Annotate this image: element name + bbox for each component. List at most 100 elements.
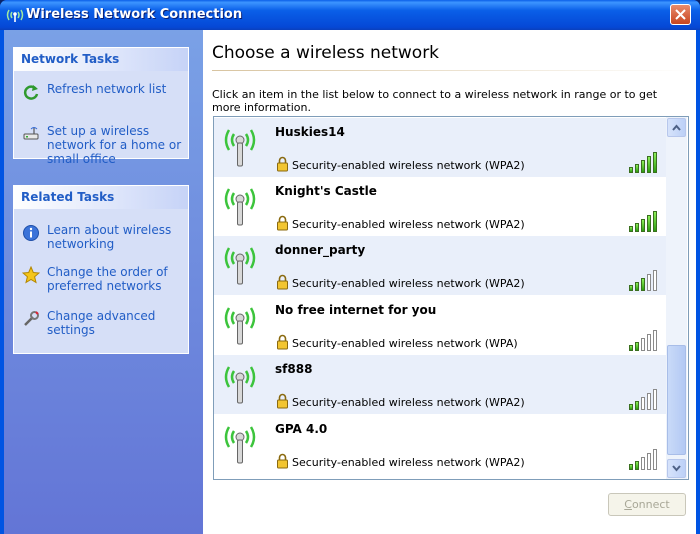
network-list-item[interactable]: Huskies14 Security-enabled wireless netwo… (214, 118, 666, 177)
wireless-antenna-icon (224, 188, 256, 226)
setup-wireless-network-label[interactable]: Set up a wireless network for a home or … (47, 124, 185, 166)
signal-bar (635, 461, 639, 470)
lock-icon (277, 274, 288, 290)
wireless-antenna-icon (224, 129, 256, 167)
network-security: Security-enabled wireless network (WPA2) (292, 218, 525, 231)
signal-bar (647, 156, 651, 173)
network-list-item[interactable]: sf888 Security-enabled wireless network (… (214, 355, 666, 414)
scroll-thumb[interactable] (667, 345, 686, 455)
network-list[interactable]: Huskies14 Security-enabled wireless netwo… (213, 116, 689, 480)
signal-bar (653, 389, 657, 410)
connect-label-accel: C (624, 498, 632, 511)
network-name: sf888 (275, 362, 313, 376)
related-tasks-box: Related Tasks Learn about wireless netwo… (13, 185, 189, 354)
signal-bar (647, 393, 651, 410)
signal-bar (635, 164, 639, 173)
instructions-text: Click an item in the list below to conne… (212, 88, 658, 114)
wireless-antenna-icon (224, 426, 256, 464)
signal-bar (641, 278, 645, 291)
network-list-item[interactable]: donner_party Security-enabled wireless ne… (214, 236, 666, 295)
network-name: Knight's Castle (275, 184, 377, 198)
main-pane: Choose a wireless network Click an item … (203, 30, 696, 534)
lock-icon (277, 156, 288, 172)
network-list-item[interactable]: Knight's Castle Security-enabled wireless… (214, 177, 666, 236)
wireless-icon (6, 9, 24, 22)
scroll-up-button[interactable] (667, 118, 686, 137)
chevron-up-icon (672, 124, 681, 131)
connect-button[interactable]: Connect (608, 493, 686, 516)
network-tasks-title: Network Tasks (14, 48, 188, 71)
close-icon (675, 9, 686, 20)
network-name: Huskies14 (275, 125, 345, 139)
wireless-network-window: Wireless Network Connection Network Task… (0, 0, 700, 534)
signal-bar (635, 223, 639, 232)
signal-bar (653, 211, 657, 232)
task-pane: Network Tasks Refresh network list Set u… (4, 30, 203, 534)
network-security: Security-enabled wireless network (WPA2) (292, 277, 525, 290)
signal-bar-base (629, 226, 633, 232)
signal-strength-icon (629, 208, 661, 232)
signal-bar (641, 219, 645, 232)
change-preferred-order-label[interactable]: Change the order of preferred networks (47, 265, 185, 293)
network-rows: Huskies14 Security-enabled wireless netwo… (214, 117, 666, 479)
signal-bar (641, 160, 645, 173)
network-name: No free internet for you (275, 303, 437, 317)
settings-icon (24, 311, 39, 326)
signal-bar (641, 457, 645, 470)
chevron-down-icon (672, 465, 681, 472)
refresh-icon (23, 85, 39, 100)
signal-bar-base (629, 285, 633, 291)
signal-bar (641, 338, 645, 351)
refresh-network-list-label[interactable]: Refresh network list (47, 82, 185, 96)
lock-icon (277, 393, 288, 409)
wireless-antenna-icon (224, 247, 256, 285)
wireless-antenna-icon (224, 307, 256, 345)
network-security: Security-enabled wireless network (WPA2) (292, 159, 525, 172)
learn-wireless-label[interactable]: Learn about wireless networking (47, 223, 185, 251)
scroll-down-button[interactable] (667, 459, 686, 478)
window-client: Network Tasks Refresh network list Set u… (4, 30, 696, 534)
signal-bar-base (629, 464, 633, 470)
signal-bar (647, 215, 651, 232)
signal-bar (641, 397, 645, 410)
heading-divider (212, 70, 692, 71)
network-list-item[interactable]: GPA 4.0 Security-enabled wireless network… (214, 415, 666, 474)
signal-bar-base (629, 167, 633, 173)
lock-icon (277, 334, 288, 350)
lock-icon (277, 453, 288, 469)
change-advanced-settings-label[interactable]: Change advanced settings (47, 309, 185, 337)
page-title: Choose a wireless network (212, 43, 440, 63)
signal-bar (647, 453, 651, 470)
close-button[interactable] (670, 4, 691, 25)
network-tasks-box: Network Tasks Refresh network list Set u… (13, 47, 189, 166)
signal-bar (653, 270, 657, 291)
network-security: Security-enabled wireless network (WPA2) (292, 456, 525, 469)
signal-strength-icon (629, 267, 661, 291)
setup-network-icon (23, 127, 39, 140)
signal-strength-icon (629, 327, 661, 351)
signal-bar (635, 401, 639, 410)
signal-bar (653, 449, 657, 470)
signal-bar (653, 152, 657, 173)
signal-bar (647, 274, 651, 291)
signal-bar (653, 330, 657, 351)
signal-strength-icon (629, 149, 661, 173)
vertical-scrollbar[interactable] (666, 117, 687, 479)
network-name: donner_party (275, 243, 366, 257)
network-security: Security-enabled wireless network (WPA2) (292, 396, 525, 409)
signal-bar-base (629, 345, 633, 351)
signal-bar (635, 282, 639, 291)
signal-strength-icon (629, 446, 661, 470)
related-tasks-title: Related Tasks (14, 186, 188, 209)
lock-icon (277, 215, 288, 231)
network-security: Security-enabled wireless network (WPA) (292, 337, 518, 350)
info-icon (23, 225, 39, 241)
signal-bar (647, 334, 651, 351)
wireless-antenna-icon (224, 366, 256, 404)
title-bar[interactable]: Wireless Network Connection (0, 0, 700, 30)
window-title: Wireless Network Connection (26, 7, 243, 22)
signal-strength-icon (629, 386, 661, 410)
connect-label-rest: onnect (631, 498, 670, 511)
network-list-item[interactable]: No free internet for you Security-enabled… (214, 296, 666, 355)
signal-bar-base (629, 404, 633, 410)
